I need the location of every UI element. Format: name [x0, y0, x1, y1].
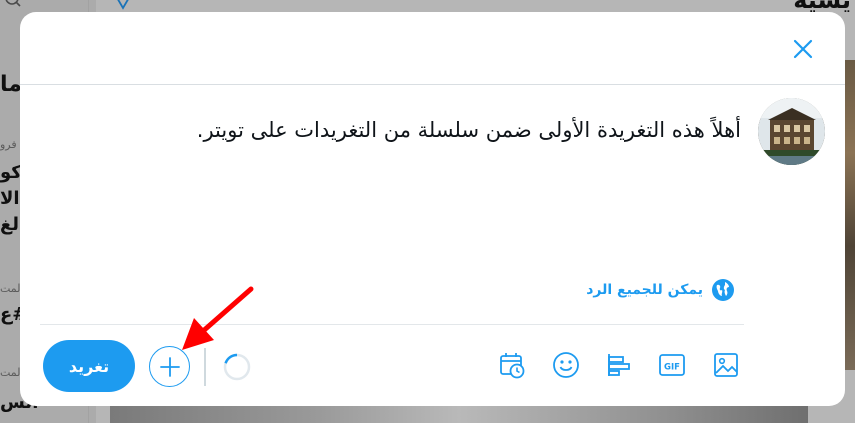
background-item: لغ	[0, 214, 20, 235]
compose-tweet-modal: أهلاً هذه التغريدة الأولى ضمن سلسلة من ا…	[20, 12, 845, 406]
background-small-text: فرو	[0, 138, 17, 151]
plus-icon	[159, 356, 180, 377]
gif-button[interactable]: GIF	[657, 350, 687, 380]
toolbar-divider	[40, 324, 744, 325]
gif-label: GIF	[664, 363, 680, 373]
image-icon	[714, 353, 738, 377]
toolbar-separator	[204, 348, 206, 386]
emoji-button[interactable]	[551, 350, 581, 380]
tweet-button[interactable]: تغريد	[43, 340, 135, 392]
avatar-image	[758, 98, 825, 165]
character-progress-ring	[223, 353, 251, 381]
globe-icon	[712, 279, 734, 301]
schedule-button[interactable]	[497, 350, 527, 380]
avatar[interactable]	[758, 98, 825, 165]
close-button[interactable]	[786, 32, 820, 66]
header-divider	[20, 84, 845, 85]
add-tweet-button[interactable]	[149, 346, 190, 387]
reply-setting-button[interactable]: يمكن للجميع الرد	[586, 278, 735, 302]
background-item: ما	[0, 72, 22, 97]
background-item: الا	[0, 188, 20, 209]
background-search-icon	[5, 0, 21, 7]
background-item: كو	[0, 162, 22, 183]
reply-setting-label: يمكن للجميع الرد	[586, 282, 703, 298]
close-icon	[793, 39, 813, 59]
poll-button[interactable]	[603, 350, 633, 380]
poll-icon	[608, 354, 630, 376]
background-photo	[110, 404, 808, 423]
media-button[interactable]	[711, 350, 741, 380]
schedule-icon	[500, 353, 525, 379]
tweet-text-input[interactable]: أهلاً هذه التغريدة الأولى ضمن سلسلة من ا…	[197, 118, 741, 142]
gif-icon: GIF	[659, 354, 685, 376]
emoji-icon	[553, 352, 579, 378]
